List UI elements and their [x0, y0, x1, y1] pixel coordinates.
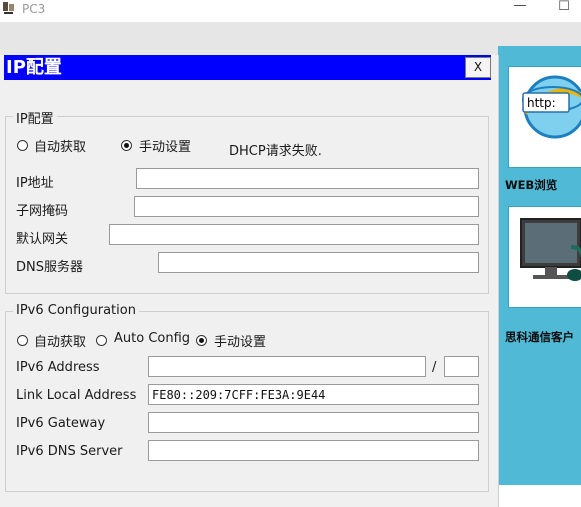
ipv4-static-radio[interactable]	[121, 140, 132, 151]
cisco-client-tile[interactable]	[508, 206, 581, 308]
ipv6-dhcp-label[interactable]: 自动获取	[34, 331, 86, 350]
window-title: PC3	[22, 2, 46, 16]
desktop-panel: http: WEB浏览 思科通信客户	[498, 46, 581, 485]
app-icon	[2, 1, 16, 15]
link-local-field[interactable]	[148, 384, 479, 405]
ipv6-autoconfig-radio[interactable]	[96, 335, 107, 346]
ipv6-prefix-field[interactable]	[444, 356, 479, 377]
dns-server-label: DNS服务器	[16, 260, 83, 275]
ipv4-group: IP配置 自动获取 手动设置 DHCP请求失败. IP地址 子网掩码 默认网关 …	[5, 108, 489, 294]
ipv6-legend: IPv6 Configuration	[13, 303, 139, 318]
web-browser-icon: http:	[522, 75, 581, 139]
cisco-client-icon	[520, 218, 581, 281]
prefix-separator: /	[432, 360, 437, 375]
web-browser-badge: http:	[527, 96, 556, 110]
link-local-label: Link Local Address	[16, 388, 137, 403]
ip-address-label: IP地址	[16, 176, 54, 191]
ipv6-dns-field[interactable]	[148, 440, 479, 461]
dialog-title: IP配置	[6, 57, 62, 78]
ipv6-autoconfig-label[interactable]: Auto Config	[114, 331, 190, 346]
minimize-button[interactable]: —	[505, 0, 535, 16]
ip-address-field[interactable]	[136, 168, 479, 189]
dialog-titlebar: IP配置 X	[4, 55, 491, 80]
ipv6-static-label[interactable]: 手动设置	[214, 331, 266, 350]
workspace: http: WEB浏览 思科通信客户 IP配置 X IP配置 自动获取 手动设置…	[0, 22, 581, 507]
default-gateway-label: 默认网关	[16, 232, 69, 247]
ipv4-dhcp-radio[interactable]	[17, 140, 28, 151]
tab-strip	[498, 22, 581, 46]
ipv6-address-field[interactable]	[148, 356, 426, 377]
dhcp-status-text: DHCP请求失败.	[229, 144, 322, 159]
ipv6-group: IPv6 Configuration 自动获取 Auto Config 手动设置…	[5, 303, 489, 492]
ipv4-static-label[interactable]: 手动设置	[139, 136, 191, 155]
window-titlebar: PC3 — ☐	[0, 0, 581, 22]
web-browser-label[interactable]: WEB浏览	[505, 177, 581, 193]
ipv6-static-radio[interactable]	[196, 335, 207, 346]
ipv4-dhcp-label[interactable]: 自动获取	[34, 136, 86, 155]
web-browser-tile[interactable]: http:	[508, 66, 581, 168]
ipv6-gateway-field[interactable]	[148, 412, 479, 433]
ipv6-gateway-label: IPv6 Gateway	[16, 416, 106, 431]
dns-server-field[interactable]	[158, 252, 479, 273]
ipv6-dhcp-radio[interactable]	[17, 335, 28, 346]
default-gateway-field[interactable]	[109, 224, 479, 245]
dialog-close-button[interactable]: X	[465, 57, 491, 78]
ip-config-dialog: IP配置 X IP配置 自动获取 手动设置 DHCP请求失败. IP地址 子网掩…	[0, 55, 499, 507]
subnet-mask-field[interactable]	[134, 196, 479, 217]
ipv6-address-label: IPv6 Address	[16, 360, 100, 375]
ipv6-dns-label: IPv6 DNS Server	[16, 444, 123, 459]
maximize-button[interactable]: ☐	[549, 0, 579, 17]
ipv4-legend: IP配置	[13, 108, 57, 127]
subnet-mask-label: 子网掩码	[16, 204, 69, 219]
cisco-client-label[interactable]: 思科通信客户	[505, 329, 581, 345]
